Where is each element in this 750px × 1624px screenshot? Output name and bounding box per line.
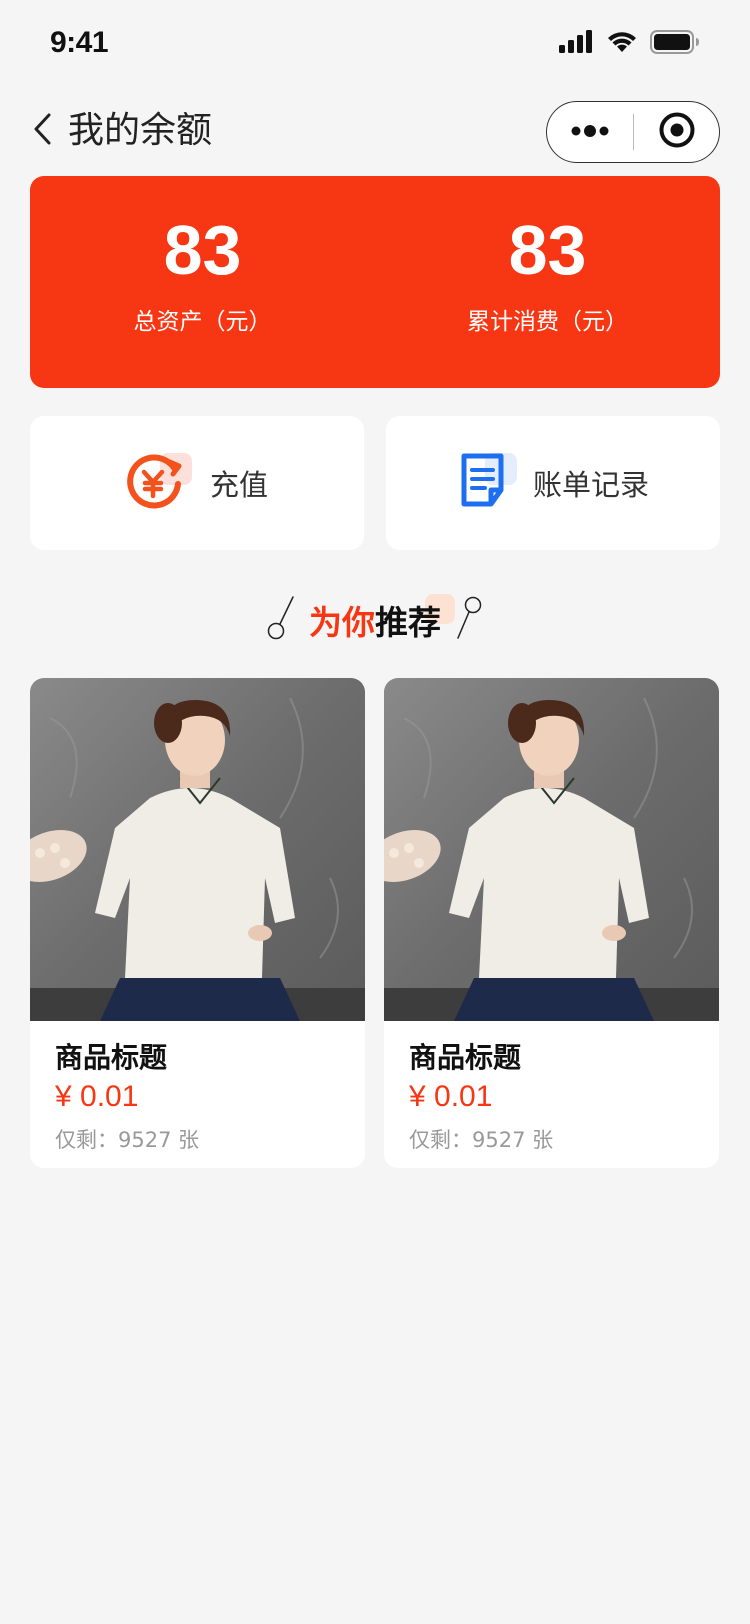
recommend-section-title: 为你推荐 bbox=[0, 592, 750, 648]
product-image bbox=[30, 678, 365, 1021]
product-title: 商品标题 bbox=[55, 1041, 168, 1074]
sparkle-left-icon bbox=[267, 595, 295, 645]
wifi-icon bbox=[606, 30, 638, 54]
bill-records-label: 账单记录 bbox=[532, 468, 649, 502]
bill-document-icon bbox=[457, 450, 519, 516]
recommend-title-dark: 推荐 bbox=[375, 603, 441, 642]
status-bar: 9:41 bbox=[0, 0, 750, 88]
product-card[interactable]: 商品标题 ¥ 0.01 仅剩：9527 张 bbox=[384, 678, 719, 1168]
total-assets-value: 83 bbox=[163, 211, 242, 289]
total-assets-label: 总资产（元） bbox=[133, 309, 272, 335]
page-title: 我的余额 bbox=[68, 110, 213, 151]
mini-program-capsule bbox=[546, 101, 720, 163]
total-spent-value: 83 bbox=[508, 211, 587, 289]
chevron-left-icon bbox=[31, 112, 53, 150]
status-time: 9:41 bbox=[50, 26, 109, 59]
target-circle-icon bbox=[658, 111, 696, 153]
product-price: ¥ 0.01 bbox=[55, 1080, 139, 1113]
more-dots-icon bbox=[570, 123, 610, 142]
product-stock: 仅剩：9527 张 bbox=[409, 1128, 554, 1152]
recharge-label: 充值 bbox=[209, 468, 268, 502]
more-button[interactable] bbox=[547, 102, 633, 162]
total-spent-label: 累计消费（元） bbox=[467, 309, 628, 335]
close-mini-program-button[interactable] bbox=[634, 102, 719, 162]
back-button[interactable] bbox=[22, 106, 62, 156]
recharge-button[interactable]: 充值 bbox=[30, 416, 364, 550]
recharge-yen-icon bbox=[126, 450, 196, 516]
product-stock: 仅剩：9527 张 bbox=[55, 1128, 200, 1152]
product-price: ¥ 0.01 bbox=[409, 1080, 493, 1113]
product-title: 商品标题 bbox=[409, 1041, 522, 1074]
balance-card: 83 总资产（元） 83 累计消费（元） bbox=[30, 176, 720, 388]
nav-bar: 我的余额 bbox=[0, 96, 750, 166]
total-spent: 83 累计消费（元） bbox=[375, 176, 720, 388]
recommend-title: 为你推荐 bbox=[309, 594, 455, 644]
sparkle-right-icon bbox=[455, 595, 483, 645]
signal-icon bbox=[558, 30, 594, 54]
status-icons bbox=[558, 30, 700, 54]
battery-icon bbox=[650, 30, 700, 54]
product-card[interactable]: 商品标题 ¥ 0.01 仅剩：9527 张 bbox=[30, 678, 365, 1168]
bill-records-button[interactable]: 账单记录 bbox=[386, 416, 720, 550]
total-assets: 83 总资产（元） bbox=[30, 176, 375, 388]
product-image bbox=[384, 678, 719, 1021]
recommend-title-red: 为你 bbox=[309, 603, 375, 642]
